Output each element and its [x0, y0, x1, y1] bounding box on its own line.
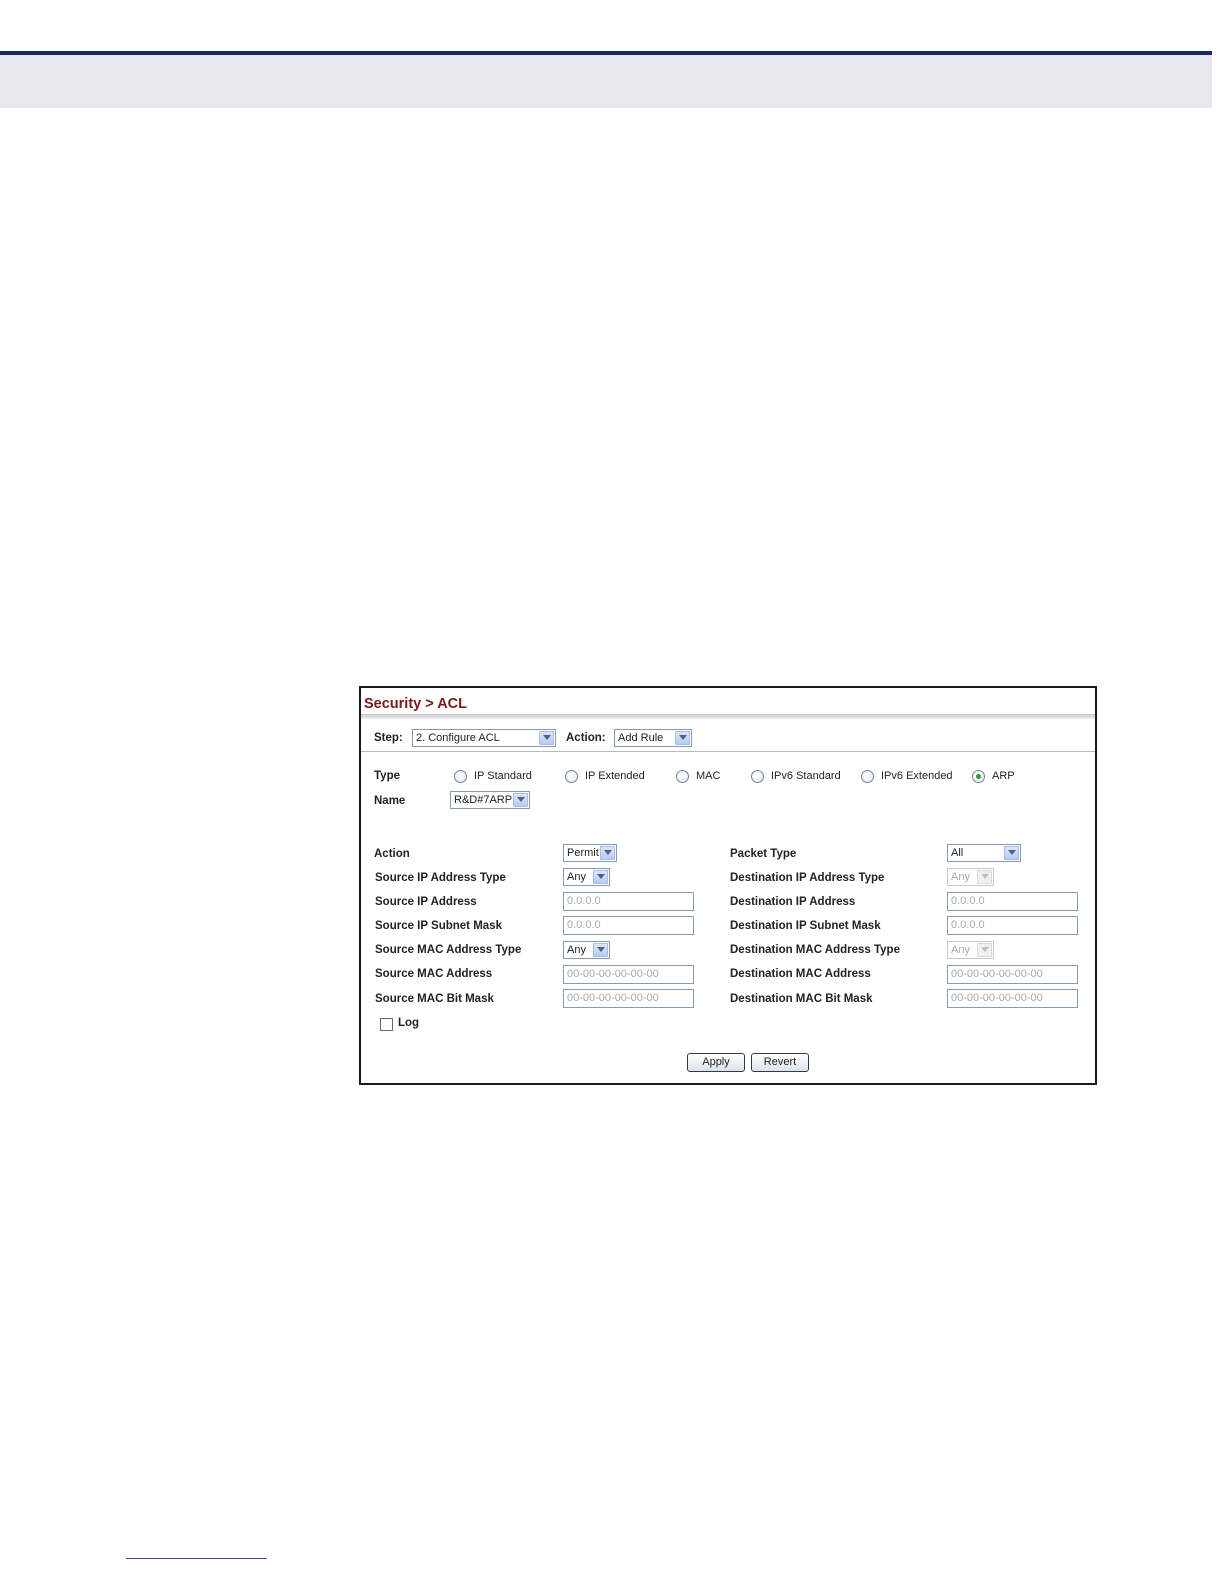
destination-mac-type-label: Destination MAC Address Type: [730, 944, 900, 956]
destination-ip-type-select: Any: [947, 868, 994, 886]
acl-panel: Security > ACL Step: 2. Configure ACL Ac…: [359, 686, 1097, 1085]
chevron-down-icon: [593, 943, 608, 957]
log-label: Log: [398, 1017, 420, 1029]
packet-type-label: Packet Type: [730, 848, 797, 860]
name-select-value: R&D#7ARP: [454, 794, 513, 806]
log-checkbox[interactable]: [380, 1018, 393, 1031]
destination-ip-type-label: Destination IP Address Type: [730, 872, 885, 884]
chevron-down-icon: [600, 846, 615, 860]
name-label: Name: [374, 795, 406, 807]
destination-ip-mask-label: Destination IP Subnet Mask: [730, 920, 881, 932]
page-title: Security > ACL: [364, 696, 468, 712]
radio-ipv6-extended-label: IPv6 Extended: [881, 770, 953, 782]
radio-ipv6-standard[interactable]: [751, 770, 764, 783]
step-select-value: 2. Configure ACL: [416, 732, 500, 744]
action-step-select-value: Add Rule: [618, 732, 664, 744]
chevron-down-icon: [977, 870, 992, 884]
radio-ip-standard-label: IP Standard: [474, 770, 532, 782]
destination-ip-type-value: Any: [951, 871, 970, 883]
radio-arp-label: ARP: [992, 770, 1015, 782]
radio-ipv6-extended[interactable]: [861, 770, 874, 783]
source-mac-input[interactable]: 00-00-00-00-00-00: [563, 965, 694, 984]
revert-button[interactable]: Revert: [751, 1053, 809, 1072]
source-ip-input[interactable]: 0.0.0.0: [563, 892, 694, 911]
chevron-down-icon: [977, 943, 992, 957]
source-mac-type-value: Any: [567, 944, 586, 956]
name-select[interactable]: R&D#7ARP: [450, 791, 530, 809]
source-ip-mask-input[interactable]: 0.0.0.0: [563, 916, 694, 935]
radio-ipv6-standard-label: IPv6 Standard: [771, 770, 841, 782]
source-ip-mask-label: Source IP Subnet Mask: [375, 920, 502, 932]
chevron-down-icon: [675, 731, 690, 745]
chevron-down-icon: [539, 731, 554, 745]
source-mac-mask-label: Source MAC Bit Mask: [375, 993, 494, 1005]
step-label: Step:: [374, 732, 403, 744]
destination-mac-type-value: Any: [951, 944, 970, 956]
type-label: Type: [374, 770, 400, 782]
source-mac-mask-input[interactable]: 00-00-00-00-00-00: [563, 989, 694, 1008]
radio-ip-extended-label: IP Extended: [585, 770, 645, 782]
action-label: Action: [374, 848, 410, 860]
action-select[interactable]: Permit: [563, 844, 617, 862]
destination-mac-mask-input[interactable]: 00-00-00-00-00-00: [947, 989, 1078, 1008]
destination-mac-mask-label: Destination MAC Bit Mask: [730, 993, 873, 1005]
radio-arp[interactable]: [972, 770, 985, 783]
radio-ip-standard[interactable]: [454, 770, 467, 783]
source-mac-type-select[interactable]: Any: [563, 941, 610, 959]
radio-mac[interactable]: [676, 770, 689, 783]
footer-rule: [126, 1558, 267, 1559]
chevron-down-icon: [1004, 846, 1019, 860]
action-select-value: Permit: [567, 847, 599, 859]
radio-mac-label: MAC: [696, 770, 721, 782]
destination-ip-input[interactable]: 0.0.0.0: [947, 892, 1078, 911]
destination-mac-label: Destination MAC Address: [730, 968, 871, 980]
packet-type-value: All: [951, 847, 964, 859]
action-step-select[interactable]: Add Rule: [614, 729, 692, 747]
chevron-down-icon: [513, 793, 528, 807]
step-select[interactable]: 2. Configure ACL: [412, 729, 556, 747]
radio-ip-extended[interactable]: [565, 770, 578, 783]
destination-ip-mask-input[interactable]: 0.0.0.0: [947, 916, 1078, 935]
source-ip-type-value: Any: [567, 871, 586, 883]
action-step-label: Action:: [566, 732, 606, 744]
source-ip-type-select[interactable]: Any: [563, 868, 610, 886]
step-divider: [361, 751, 1095, 752]
source-mac-type-label: Source MAC Address Type: [375, 944, 522, 956]
packet-type-select[interactable]: All: [947, 844, 1021, 862]
apply-button[interactable]: Apply: [687, 1053, 745, 1072]
page-header-band: [0, 55, 1212, 108]
title-divider: [361, 714, 1095, 719]
destination-ip-label: Destination IP Address: [730, 896, 856, 908]
source-ip-label: Source IP Address: [375, 896, 477, 908]
source-mac-label: Source MAC Address: [375, 968, 493, 980]
destination-mac-input[interactable]: 00-00-00-00-00-00: [947, 965, 1078, 984]
source-ip-type-label: Source IP Address Type: [375, 872, 506, 884]
destination-mac-type-select: Any: [947, 941, 994, 959]
chevron-down-icon: [593, 870, 608, 884]
